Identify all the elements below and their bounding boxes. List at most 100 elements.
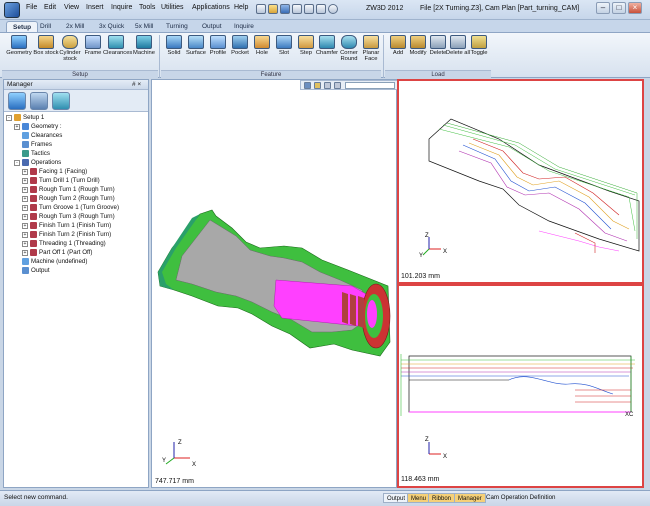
expander-icon[interactable]: + <box>22 195 28 202</box>
expander-icon[interactable]: + <box>22 249 28 256</box>
menu-insert[interactable]: Insert <box>86 4 104 11</box>
tree-view-icon[interactable] <box>8 92 26 110</box>
tree-item[interactable]: Tactics <box>14 150 50 159</box>
history-icon[interactable] <box>30 92 48 110</box>
top-right-viewport[interactable]: X Z Y 101.203 mm <box>397 79 644 284</box>
tree-item[interactable]: + Rough Turn 2 (Rough Turn) <box>22 195 115 204</box>
maximize-icon[interactable]: □ <box>612 2 626 14</box>
planar-face-icon <box>363 35 379 49</box>
expander-icon[interactable]: + <box>22 204 28 211</box>
manager-pin-close[interactable]: # × <box>132 80 141 90</box>
menu-utilities[interactable]: Utilities <box>161 4 184 11</box>
modify-icon <box>410 35 426 49</box>
profile-icon <box>210 35 226 49</box>
new-file-icon[interactable] <box>256 4 266 14</box>
menu-file[interactable]: File <box>26 4 37 11</box>
save-icon[interactable] <box>280 4 290 14</box>
cam-manager-icon[interactable] <box>52 92 70 110</box>
open-folder-icon[interactable] <box>268 4 278 14</box>
tree-item[interactable]: + Rough Turn 3 (Rough Turn) <box>22 213 115 222</box>
tree-item[interactable]: + Rough Turn 1 (Rough Turn) <box>22 186 115 195</box>
tree-item[interactable]: - Setup 1 <box>6 114 44 123</box>
regen-icon[interactable] <box>328 4 338 14</box>
view-filter-icon[interactable] <box>304 82 311 89</box>
minimize-icon[interactable]: – <box>596 2 610 14</box>
tree-item[interactable]: + Geometry : <box>14 123 62 132</box>
tree-item[interactable]: + Turn Groove 1 (Turn Groove) <box>22 204 119 213</box>
delete-all-icon <box>450 35 466 49</box>
menu-tools[interactable]: Tools <box>139 4 155 11</box>
toggle-icon <box>471 35 487 49</box>
snap-icon[interactable] <box>324 82 331 89</box>
tree-item[interactable]: + Finish Turn 1 (Finish Turn) <box>22 222 111 231</box>
svg-text:Z: Z <box>425 233 429 239</box>
expander-icon[interactable]: - <box>14 159 20 166</box>
tree-item[interactable]: + Threading 1 (Threading) <box>22 240 106 249</box>
group-setup-label: Setup <box>2 70 158 78</box>
expander-icon[interactable]: + <box>22 177 28 184</box>
tree-item[interactable]: Output <box>14 267 50 276</box>
tab-drill[interactable]: Drill <box>34 21 57 32</box>
surface-icon <box>188 35 204 49</box>
expander-icon[interactable]: + <box>22 222 28 229</box>
svg-text:X: X <box>192 462 196 468</box>
machine-button[interactable]: Machine <box>131 35 157 69</box>
tab-3x-quick[interactable]: 3x Quick <box>93 21 130 32</box>
menu-edit[interactable]: Edit <box>44 4 56 11</box>
geometry-button[interactable]: Geometry <box>6 35 32 69</box>
box-stock-button[interactable]: Box stock <box>33 35 59 69</box>
status-tab-menu[interactable]: Menu <box>407 493 431 503</box>
tree-item-label: Rough Turn 2 (Rough Turn) <box>39 195 115 203</box>
main-viewport[interactable]: X Z Y 747.717 mm <box>151 79 397 488</box>
tab-turning[interactable]: Turning <box>160 21 194 32</box>
clearances-button[interactable]: Clearances <box>103 35 132 69</box>
main-measure-label: 747.717 mm <box>155 478 194 485</box>
corner-round-icon <box>341 35 357 49</box>
expander-icon[interactable]: + <box>22 213 28 220</box>
tree-item[interactable]: + Facing 1 (Facing) <box>22 168 87 177</box>
delete-icon <box>430 35 446 49</box>
status-tab-manager[interactable]: Manager <box>454 493 486 503</box>
app-logo-icon[interactable] <box>4 2 20 18</box>
tree-item[interactable]: + Turn Drill 1 (Turn Drill) <box>22 177 100 186</box>
tree-node-icon <box>30 249 37 256</box>
tree-item[interactable]: - Operations <box>14 159 61 168</box>
tree-item-label: Operations <box>31 159 62 167</box>
undo-icon[interactable] <box>304 4 314 14</box>
close-icon[interactable]: × <box>628 2 642 14</box>
tab-inquire[interactable]: Inquire <box>228 21 260 32</box>
toggle-button[interactable]: Toggle <box>466 35 492 69</box>
ribbon-separator <box>159 35 160 78</box>
filter-dropdown[interactable] <box>345 82 395 89</box>
menu-view[interactable]: View <box>64 4 79 11</box>
status-tab-ribbon[interactable]: Ribbon <box>428 493 456 503</box>
expander-icon[interactable]: + <box>14 123 20 130</box>
tree-item[interactable]: Frames <box>14 141 52 150</box>
planar-face-button[interactable]: Planar Face <box>358 35 384 69</box>
status-tab-output[interactable]: Output <box>383 493 410 503</box>
bottom-right-viewport[interactable]: XC X Z 118.463 mm <box>397 284 644 488</box>
expander-icon[interactable]: + <box>22 240 28 247</box>
tree-node-icon <box>30 222 37 229</box>
expander-icon[interactable]: + <box>22 231 28 238</box>
expander-icon[interactable]: + <box>22 168 28 175</box>
tree-item[interactable]: Machine (undefined) <box>14 258 87 267</box>
svg-text:Y: Y <box>162 458 166 464</box>
app-name: ZW3D 2012 <box>366 5 404 12</box>
tree-item[interactable]: + Part Off 1 (Part Off) <box>22 249 92 258</box>
menu-applications[interactable]: Applications <box>192 4 230 11</box>
menu-help[interactable]: Help <box>234 4 248 11</box>
tree-item[interactable]: + Finish Turn 2 (Finish Turn) <box>22 231 111 240</box>
menu-inquire[interactable]: Inquire <box>111 4 132 11</box>
layer-icon[interactable] <box>334 82 341 89</box>
expander-icon[interactable]: - <box>6 114 12 121</box>
expander-icon[interactable]: + <box>22 186 28 193</box>
tree-item-label: Turn Drill 1 (Turn Drill) <box>39 177 100 185</box>
tree-item[interactable]: Clearances <box>14 132 62 141</box>
tab-5x-mill[interactable]: 5x Mill <box>129 21 159 32</box>
tab-2x-mill[interactable]: 2x Mill <box>60 21 90 32</box>
print-icon[interactable] <box>292 4 302 14</box>
redo-icon[interactable] <box>316 4 326 14</box>
pick-icon[interactable] <box>314 82 321 89</box>
tab-output[interactable]: Output <box>196 21 228 32</box>
